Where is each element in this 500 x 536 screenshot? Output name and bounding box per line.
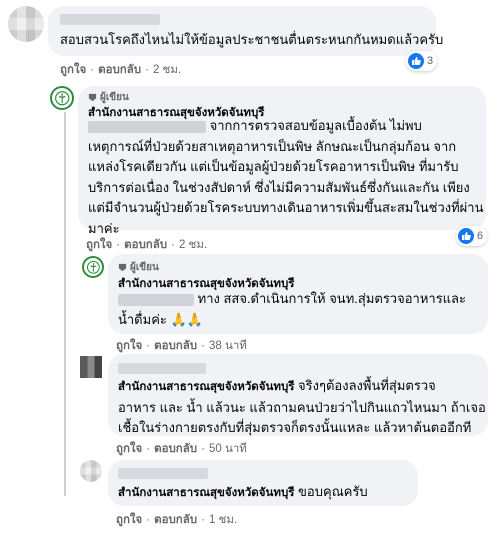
health-office-logo-icon — [86, 260, 100, 274]
comment-actions: ถูกใจ · ตอบกลับ · 1 ชม. — [116, 511, 237, 529]
comment-actions: ถูกใจ · ตอบกลับ · 38 นาที — [116, 337, 247, 355]
comment-text: สอบสวนโรคถึงไหนไม่ให้ข้อมูลประชาชนตื่นตร… — [60, 32, 444, 47]
reaction-summary[interactable]: 3 — [406, 51, 438, 71]
timestamp[interactable]: 1 ชม. — [209, 511, 237, 529]
separator: · — [116, 239, 121, 251]
redacted-author-name — [118, 363, 206, 374]
reaction-count: 6 — [477, 230, 484, 242]
thread-line-main — [64, 112, 66, 496]
avatar[interactable] — [80, 356, 102, 378]
separator: · — [201, 443, 205, 455]
mentioned-page[interactable]: สำนักงานสาธารณสุขจังหวัดจันทบุรี — [118, 487, 294, 499]
comment-text: สำนักงานสาธารณสุขจังหวัดจันทบุรี จริงๆต้… — [118, 378, 486, 435]
redacted-author-name — [60, 14, 160, 25]
author-badge-icon — [88, 93, 97, 102]
reaction-summary[interactable]: 6 — [456, 226, 488, 246]
author-badge: ผู้เขียน — [88, 90, 129, 105]
like-icon — [458, 228, 474, 244]
reply-link[interactable]: ตอบกลับ — [124, 236, 167, 254]
reply-link[interactable]: ตอบกลับ — [154, 337, 197, 355]
avatar[interactable] — [8, 6, 44, 42]
like-link[interactable]: ถูกใจ — [116, 511, 142, 529]
redacted-text — [88, 120, 206, 133]
author-badge-icon — [118, 263, 127, 272]
comment-bubble: สำนักงานสาธารณสุขจังหวัดจันทบุรี จริงๆต้… — [108, 354, 488, 436]
like-link[interactable]: ถูกใจ — [116, 440, 142, 458]
reaction-count: 3 — [427, 55, 434, 67]
separator: · — [90, 64, 95, 76]
author-badge-label: ผู้เขียน — [130, 262, 159, 273]
author-badge: ผู้เขียน — [118, 260, 159, 275]
comment-bubble: ผู้เขียน สำนักงานสาธารณสุขจังหวัดจันทบุร… — [78, 86, 486, 236]
timestamp[interactable]: 2 ชม. — [179, 236, 207, 254]
avatar[interactable] — [80, 460, 102, 482]
separator: · — [146, 443, 151, 455]
timestamp[interactable]: 2 ชม. — [153, 61, 181, 79]
comment-text: จากการตรวจสอบข้อมูลเบื้องต้น ไม่พบ เหตุก… — [88, 118, 484, 236]
reply-link[interactable]: ตอบกลับ — [98, 61, 141, 79]
separator: · — [201, 514, 205, 526]
separator: · — [145, 64, 149, 76]
health-office-logo-icon — [54, 90, 70, 106]
reply-link[interactable]: ตอบกลับ — [154, 511, 197, 529]
comment-actions: ถูกใจ · ตอบกลับ · 50 นาที — [116, 440, 247, 458]
like-icon — [408, 53, 424, 69]
comment-text: ทาง สสจ.ดำเนินการให้ จนท.สุ่มตรวจอาหารแล… — [118, 291, 467, 327]
like-link[interactable]: ถูกใจ — [60, 61, 86, 79]
mentioned-page[interactable]: สำนักงานสาธารณสุขจังหวัดจันทบุรี — [118, 381, 294, 393]
timestamp[interactable]: 50 นาที — [209, 440, 247, 458]
timestamp[interactable]: 38 นาที — [209, 337, 247, 355]
avatar[interactable] — [82, 256, 104, 278]
redacted-author-name — [118, 468, 208, 479]
comment-bubble: ผู้เขียน สำนักงานสาธารณสุขจังหวัดจันทบุร… — [108, 254, 488, 334]
separator: · — [146, 514, 151, 526]
avatar[interactable] — [50, 86, 74, 110]
like-link[interactable]: ถูกใจ — [86, 236, 112, 254]
separator: · — [171, 239, 175, 251]
separator: · — [146, 340, 151, 352]
like-link[interactable]: ถูกใจ — [116, 337, 142, 355]
separator: · — [201, 340, 205, 352]
comment-bubble: สำนักงานสาธารณสุขจังหวัดจันทบุรี ขอบคุณค… — [108, 460, 418, 506]
comment-text: สำนักงานสาธารณสุขจังหวัดจันทบุรี ขอบคุณค… — [118, 484, 368, 499]
comment-bubble: สอบสวนโรคถึงไหนไม่ให้ข้อมูลประชาชนตื่นตร… — [48, 6, 443, 56]
comment-actions: ถูกใจ · ตอบกลับ · 2 ชม. — [86, 236, 207, 254]
author-badge-label: ผู้เขียน — [100, 92, 129, 103]
thread-curve-reply-1 — [64, 238, 84, 268]
redacted-text — [118, 293, 194, 306]
reply-link[interactable]: ตอบกลับ — [154, 440, 197, 458]
comment-actions: ถูกใจ · ตอบกลับ · 2 ชม. — [60, 61, 181, 79]
